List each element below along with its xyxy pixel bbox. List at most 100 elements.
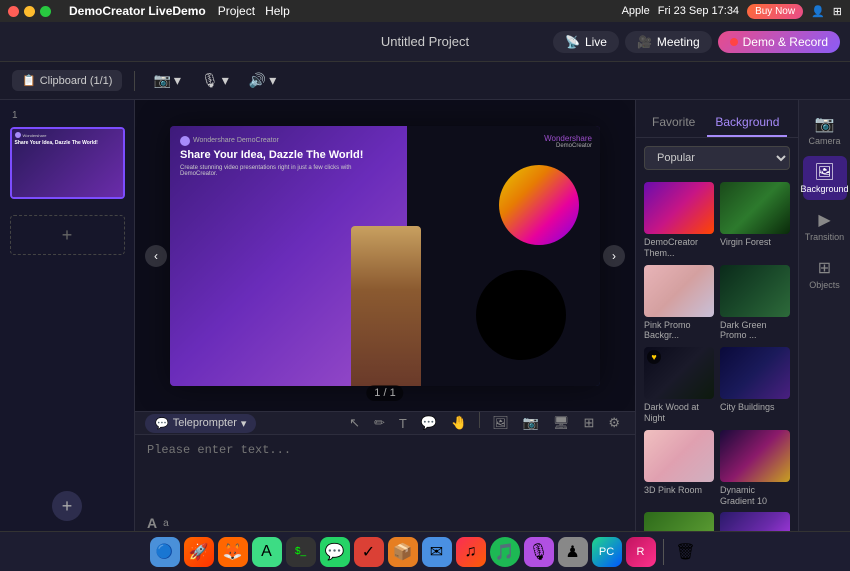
bg-item-purple-abstract[interactable]: Purple Abstract xyxy=(720,512,790,531)
menu-project[interactable]: Project xyxy=(218,4,255,18)
close-button[interactable] xyxy=(8,6,19,17)
bg-item-virgin-forest[interactable]: Virgin Forest xyxy=(720,182,790,259)
right-panel: Favorite Background Popular DemoCreator … xyxy=(635,100,850,531)
nav-next-button[interactable]: › xyxy=(603,245,625,267)
dock-music[interactable]: ♫ xyxy=(456,537,486,567)
objects-side-btn[interactable]: ⊞ Objects xyxy=(803,252,847,296)
layout-tool[interactable]: ⊞ xyxy=(578,412,599,434)
terminal-icon: $_ xyxy=(295,546,306,557)
clipboard-button[interactable]: 📋 Clipboard (1/1) xyxy=(12,70,122,91)
dock-trash[interactable]: 🗑 xyxy=(671,537,701,567)
category-dropdown[interactable]: Popular xyxy=(644,146,790,170)
divider xyxy=(134,71,135,91)
bg-item-green-promo[interactable]: Green Promo xyxy=(644,512,714,531)
bg-item-3d-pink[interactable]: 3D Pink Room xyxy=(644,430,714,507)
font-increase[interactable]: A xyxy=(147,515,157,531)
music-icon: ♫ xyxy=(465,543,477,561)
bg-thumb-3d-pink xyxy=(644,430,714,482)
camera-tool[interactable]: 📷 xyxy=(518,412,544,434)
font-decrease[interactable]: a xyxy=(163,518,169,529)
canvas-content: Wondershare DemoCreator Share Your Idea,… xyxy=(170,126,600,386)
background-side-btn[interactable]: 🖼 Background xyxy=(803,156,847,200)
camera-side-btn[interactable]: 📷 Camera xyxy=(803,108,847,152)
dock-rider[interactable]: R xyxy=(626,537,656,567)
dock-todoist[interactable]: ✓ xyxy=(354,537,384,567)
hand-tool[interactable]: 🤚 xyxy=(446,412,472,434)
bg-item-dark-wood[interactable]: ♥ Dark Wood at Night xyxy=(644,347,714,424)
dock-spotify[interactable]: 🎵 xyxy=(490,537,520,567)
demo-record-button[interactable]: Demo & Record xyxy=(718,31,840,53)
slide-thumbnail[interactable]: Wondershare Share Your Idea, Dazzle The … xyxy=(10,127,125,199)
person-figure xyxy=(351,226,421,386)
speaker-control[interactable]: 🔊 ▾ xyxy=(243,69,282,92)
bg-item-dark-green[interactable]: Dark Green Promo ... xyxy=(720,265,790,342)
dock-podcasts[interactable]: 🎙 xyxy=(524,537,554,567)
finder-icon: 🔵 xyxy=(156,543,173,560)
cursor-tool[interactable]: ↖ xyxy=(344,412,365,434)
camera-control[interactable]: 📷 ▾ xyxy=(147,69,186,92)
meeting-icon: 🎥 xyxy=(637,35,652,49)
bg-thumb-pink-promo xyxy=(644,265,714,317)
dock-whatsapp[interactable]: 💬 xyxy=(320,537,350,567)
background-side-icon: 🖼 xyxy=(814,162,834,182)
bg-label-city-buildings: City Buildings xyxy=(720,402,790,413)
side-icon-bar: 📷 Camera 🖼 Background ▶ Transition ⊞ Obj… xyxy=(798,100,850,531)
bg-item-dynamic-gradient[interactable]: Dynamic Gradient 10 xyxy=(720,430,790,507)
bg-thumb-dark-green xyxy=(720,265,790,317)
dock-firefox[interactable]: 🦊 xyxy=(218,537,248,567)
live-button[interactable]: 📡 Live xyxy=(553,31,619,53)
image-tool[interactable]: 🖼 xyxy=(487,412,514,434)
maximize-button[interactable] xyxy=(40,6,51,17)
dock-finder[interactable]: 🔵 xyxy=(150,537,180,567)
chess-icon: ♟ xyxy=(565,542,579,562)
rider-icon: R xyxy=(637,546,645,558)
dock-pycharm[interactable]: PC xyxy=(592,537,622,567)
teleprompter-tab[interactable]: 💬 Teleprompter ▾ xyxy=(145,414,256,433)
action-buttons: 📡 Live 🎥 Meeting Demo & Record xyxy=(553,31,840,53)
tab-favorite[interactable]: Favorite xyxy=(644,109,703,137)
menu-help[interactable]: Help xyxy=(265,4,290,18)
tool-icons: ↖ ✏ T 💬 🤚 🖼 📷 🖥 ⊞ ⚙ xyxy=(344,412,625,434)
ws-logo-corner: Wondershare DemoCreator xyxy=(544,134,592,149)
text-tool[interactable]: T xyxy=(394,412,412,434)
buy-now-button[interactable]: Buy Now xyxy=(747,4,803,19)
slide-thumb-content: Wondershare Share Your Idea, Dazzle The … xyxy=(12,129,123,197)
bg-item-city-buildings[interactable]: City Buildings xyxy=(720,347,790,424)
settings-tool[interactable]: ⚙ xyxy=(603,412,625,434)
person-image xyxy=(351,226,421,386)
slide-number: 1 xyxy=(8,110,18,121)
subtoolbar: 📋 Clipboard (1/1) 📷 ▾ 🎙 ▾ 🔊 ▾ xyxy=(0,62,850,100)
dock: 🔵 🚀 🦊 A $_ 💬 ✓ 📦 ✉ ♫ 🎵 🎙 ♟ PC R 🗑 xyxy=(0,531,850,571)
minimize-button[interactable] xyxy=(24,6,35,17)
speech-tool[interactable]: 💬 xyxy=(416,412,442,434)
slide-text-area: Wondershare DemoCreator Share Your Idea,… xyxy=(180,136,385,177)
dock-android[interactable]: A xyxy=(252,537,282,567)
nav-prev-button[interactable]: ‹ xyxy=(145,245,167,267)
pycharm-icon: PC xyxy=(599,546,614,558)
dock-terminal[interactable]: $_ xyxy=(286,537,316,567)
bottom-add-button[interactable]: + xyxy=(52,491,82,521)
dock-launchpad[interactable]: 🚀 xyxy=(184,537,214,567)
mic-control[interactable]: 🎙 ▾ xyxy=(195,69,235,92)
transition-side-label: Transition xyxy=(805,232,844,242)
transition-side-btn[interactable]: ▶ Transition xyxy=(803,204,847,248)
dock-chess[interactable]: ♟ xyxy=(558,537,588,567)
teleprompter-textarea[interactable] xyxy=(147,443,623,498)
main-canvas: Wondershare DemoCreator Share Your Idea,… xyxy=(170,126,600,386)
screen-tool[interactable]: 🖥 xyxy=(548,412,575,434)
background-panel: Favorite Background Popular DemoCreator … xyxy=(636,100,798,531)
bg-item-democreator[interactable]: DemoCreator Them... xyxy=(644,182,714,259)
project-title: Untitled Project xyxy=(381,34,469,49)
add-slide-button[interactable]: + xyxy=(10,215,125,255)
slide-counter: 1 / 1 xyxy=(366,385,403,401)
meeting-button[interactable]: 🎥 Meeting xyxy=(625,31,712,53)
dock-app8[interactable]: 📦 xyxy=(388,537,418,567)
launchpad-icon: 🚀 xyxy=(189,542,209,562)
font-controls: A a xyxy=(135,511,635,531)
tab-background[interactable]: Background xyxy=(707,109,787,137)
pen-tool[interactable]: ✏ xyxy=(369,412,390,434)
mic-icon: 🎙 xyxy=(201,72,219,89)
dock-mail[interactable]: ✉ xyxy=(422,537,452,567)
favorite-indicator: ♥ xyxy=(647,350,661,364)
bg-item-pink-promo[interactable]: Pink Promo Backgr... xyxy=(644,265,714,342)
